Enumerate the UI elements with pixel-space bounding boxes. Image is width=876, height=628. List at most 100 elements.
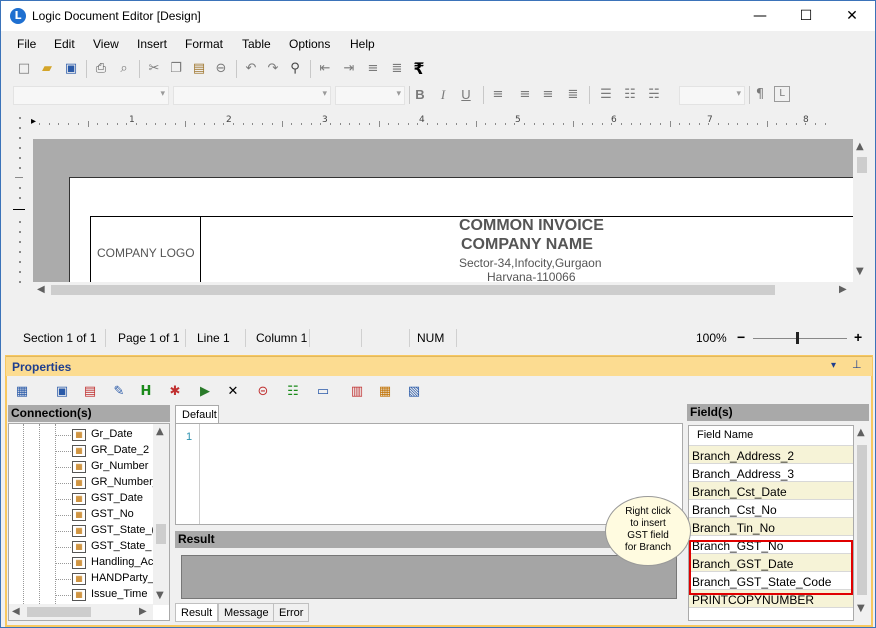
style-combo[interactable]: ▾ xyxy=(13,86,169,105)
font-size-combo[interactable]: ▾ xyxy=(335,86,405,105)
zoom-slider-track[interactable] xyxy=(753,338,847,339)
connections-tree[interactable]: ▦ Gr_Date ▦ GR_Date_2 ▦ Gr_Number ▦ GR_Number_ ▦… xyxy=(8,423,170,621)
menu-help[interactable]: Help xyxy=(350,37,375,51)
fields-vertical-scrollbar[interactable]: ▲ ▼ xyxy=(854,425,870,621)
table-icon[interactable]: ▦ xyxy=(376,383,394,401)
menu-file[interactable]: File xyxy=(17,37,36,51)
scroll-up-icon[interactable]: ▲ xyxy=(856,141,864,152)
connection-tree-item[interactable]: GR_Date_2 xyxy=(91,444,149,456)
panel-menu-icon[interactable]: ▾ xyxy=(831,360,836,371)
scroll-thumb[interactable] xyxy=(156,524,166,544)
open-folder-icon[interactable]: ▰ xyxy=(38,60,56,78)
menu-table[interactable]: Table xyxy=(242,37,271,51)
undo-icon[interactable]: ↶ xyxy=(242,60,260,78)
tab-stop-icon[interactable]: ▸ xyxy=(31,116,36,127)
print-icon[interactable]: ⎙ xyxy=(92,60,110,78)
paste-icon[interactable]: ▤ xyxy=(190,60,208,78)
tab-error[interactable]: Error xyxy=(273,603,310,622)
align-right-icon[interactable]: ≡ xyxy=(539,86,557,104)
remove-icon[interactable]: ✕ xyxy=(224,383,242,401)
scroll-right-icon[interactable]: ▶ xyxy=(839,284,847,295)
zoom-in-button[interactable]: + xyxy=(854,329,862,345)
redo-icon[interactable]: ↷ xyxy=(264,60,282,78)
connection-tree-item[interactable]: GR_Number_ xyxy=(91,476,159,488)
bold-button[interactable]: B xyxy=(411,86,429,104)
disconnect-icon[interactable]: ⊝ xyxy=(254,383,272,401)
scroll-down-icon[interactable]: ▼ xyxy=(156,590,164,601)
scroll-thumb[interactable] xyxy=(857,157,867,173)
scroll-thumb[interactable] xyxy=(857,445,867,595)
editor-horizontal-scrollbar[interactable]: ◀ ▶ xyxy=(33,282,853,298)
rupee-icon[interactable]: ₹ xyxy=(410,60,428,78)
tab-default[interactable]: Default xyxy=(175,405,219,423)
grid-icon[interactable]: ☷ xyxy=(284,383,302,401)
tab-message[interactable]: Message xyxy=(218,603,275,622)
report-icon[interactable]: ▥ xyxy=(348,383,366,401)
list-style-combo[interactable]: ▾ xyxy=(679,86,745,105)
print-preview-icon[interactable]: ⌕ xyxy=(115,60,133,78)
menu-edit[interactable]: Edit xyxy=(54,37,75,51)
cut-icon[interactable]: ✂ xyxy=(145,60,163,78)
add-field-icon[interactable]: ✱ xyxy=(166,383,184,401)
delete-source-icon[interactable]: ▤ xyxy=(81,383,99,401)
scroll-left-icon[interactable]: ◀ xyxy=(37,284,45,295)
field-row[interactable]: Branch_Cst_No xyxy=(689,500,853,518)
new-document-icon[interactable]: □ xyxy=(15,60,33,78)
page-break-icon[interactable]: L xyxy=(774,86,790,102)
scroll-thumb[interactable] xyxy=(51,285,775,295)
scroll-left-icon[interactable]: ◀ xyxy=(12,606,20,617)
field-name-column-header[interactable]: Field Name xyxy=(689,426,853,446)
menu-options[interactable]: Options xyxy=(289,37,330,51)
justify-icon[interactable]: ≣ xyxy=(564,86,582,104)
field-row[interactable]: Branch_Address_2 xyxy=(689,446,853,464)
multilevel-list-icon[interactable]: ☵ xyxy=(645,86,663,104)
connection-dropdown-icon[interactable]: ▦ xyxy=(13,383,31,401)
scroll-right-icon[interactable]: ▶ xyxy=(139,606,147,617)
maximize-button[interactable]: ☐ xyxy=(783,1,829,31)
find-icon[interactable]: ⚲ xyxy=(286,60,304,78)
numbered-list-icon[interactable]: ☷ xyxy=(621,86,639,104)
connection-tree-item[interactable]: GST_Date xyxy=(91,492,143,504)
format-block-icon[interactable]: ≣ xyxy=(388,60,406,78)
pin-icon[interactable]: ⊥ xyxy=(852,358,862,371)
align-block-icon[interactable]: ≡ xyxy=(364,60,382,78)
layout-icon[interactable]: ▧ xyxy=(405,383,423,401)
field-row[interactable]: Branch_Tin_No xyxy=(689,518,853,536)
menu-insert[interactable]: Insert xyxy=(137,37,167,51)
scroll-up-icon[interactable]: ▲ xyxy=(857,427,865,438)
align-left-icon[interactable]: ≡ xyxy=(489,86,507,104)
h-icon[interactable]: H xyxy=(137,383,155,401)
zoom-slider-thumb[interactable] xyxy=(796,332,799,344)
delete-icon[interactable]: ⊖ xyxy=(212,60,230,78)
scroll-down-icon[interactable]: ▼ xyxy=(857,603,865,614)
tab-result[interactable]: Result xyxy=(175,603,219,622)
menu-view[interactable]: View xyxy=(93,37,119,51)
underline-button[interactable]: U xyxy=(457,86,475,104)
document-page[interactable]: COMPANY LOGO COMMON INVOICE COMPANY NAME… xyxy=(69,177,853,282)
scroll-up-icon[interactable]: ▲ xyxy=(156,426,164,437)
connection-tree-item[interactable]: GST_State_( xyxy=(91,524,155,536)
editor-vertical-scrollbar[interactable]: ▲ ▼ xyxy=(853,139,870,282)
pilcrow-icon[interactable]: ¶ xyxy=(751,86,769,104)
edit-icon[interactable]: ✎ xyxy=(110,383,128,401)
book-dropdown-icon[interactable]: ▭ xyxy=(314,383,332,401)
scroll-thumb[interactable] xyxy=(27,607,91,617)
connection-tree-item[interactable]: Handling_Ac xyxy=(91,556,153,568)
font-combo[interactable]: ▾ xyxy=(173,86,331,105)
minimize-button[interactable]: — xyxy=(737,1,783,31)
connections-horizontal-scrollbar[interactable]: ◀ ▶ xyxy=(9,604,153,620)
italic-button[interactable]: I xyxy=(434,86,452,104)
outdent-icon[interactable]: ⇥ xyxy=(340,60,358,78)
connection-tree-item[interactable]: Gr_Date xyxy=(91,428,133,440)
bullet-list-icon[interactable]: ☰ xyxy=(597,86,615,104)
connection-tree-item[interactable]: GST_No xyxy=(91,508,134,520)
document-editor[interactable]: COMPANY LOGO COMMON INVOICE COMPANY NAME… xyxy=(33,139,853,282)
connection-tree-item[interactable]: Gr_Number xyxy=(91,460,148,472)
field-row[interactable]: Branch_Address_3 xyxy=(689,464,853,482)
field-row[interactable]: Branch_Cst_Date xyxy=(689,482,853,500)
zoom-out-button[interactable]: − xyxy=(737,329,745,345)
connections-vertical-scrollbar[interactable]: ▲ ▼ xyxy=(153,424,169,605)
close-button[interactable]: ✕ xyxy=(829,1,875,31)
save-icon[interactable]: ▣ xyxy=(62,60,80,78)
scroll-down-icon[interactable]: ▼ xyxy=(856,266,864,277)
